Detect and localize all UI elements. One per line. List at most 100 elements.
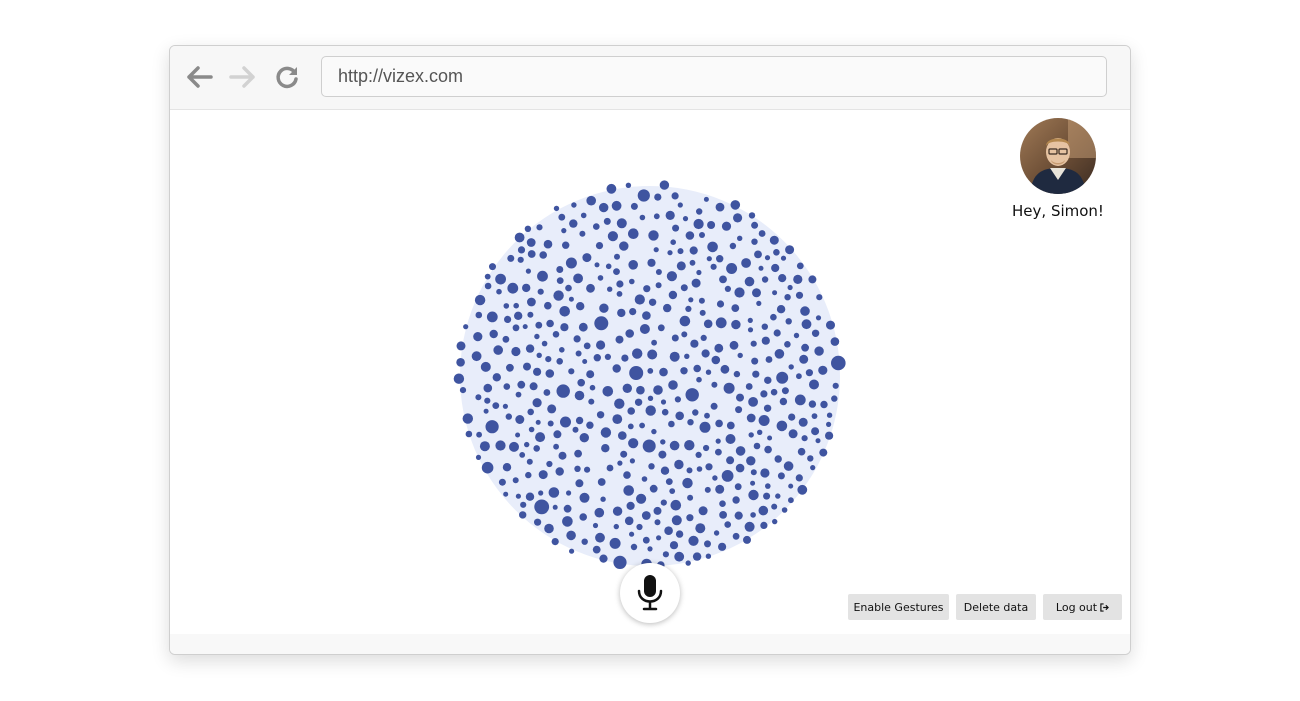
- graph-node[interactable]: [743, 535, 751, 544]
- graph-node[interactable]: [760, 521, 768, 529]
- enable-gestures-button[interactable]: Enable Gestures: [848, 594, 949, 620]
- graph-node[interactable]: [796, 262, 804, 270]
- graph-node[interactable]: [688, 535, 699, 546]
- graph-node[interactable]: [553, 290, 564, 301]
- graph-node[interactable]: [480, 361, 491, 372]
- graph-node[interactable]: [660, 399, 667, 405]
- graph-node[interactable]: [734, 483, 742, 491]
- graph-node[interactable]: [819, 448, 828, 457]
- graph-node[interactable]: [612, 364, 621, 373]
- graph-node[interactable]: [726, 456, 735, 465]
- graph-node[interactable]: [811, 427, 820, 436]
- graph-node[interactable]: [783, 461, 794, 471]
- graph-node[interactable]: [519, 511, 527, 519]
- graph-node[interactable]: [776, 420, 788, 432]
- graph-node[interactable]: [503, 491, 509, 497]
- graph-node[interactable]: [788, 364, 794, 370]
- graph-node[interactable]: [620, 450, 628, 458]
- graph-node[interactable]: [667, 250, 673, 256]
- graph-node[interactable]: [726, 263, 738, 274]
- graph-node[interactable]: [668, 380, 678, 390]
- graph-node[interactable]: [800, 306, 810, 316]
- graph-node[interactable]: [685, 305, 692, 312]
- graph-node[interactable]: [525, 268, 531, 274]
- graph-node[interactable]: [475, 454, 482, 460]
- graph-node[interactable]: [685, 388, 699, 402]
- graph-node[interactable]: [714, 343, 724, 353]
- graph-node[interactable]: [654, 193, 662, 201]
- graph-node[interactable]: [729, 340, 739, 350]
- graph-node[interactable]: [524, 441, 530, 448]
- graph-node[interactable]: [773, 329, 781, 337]
- graph-node[interactable]: [562, 516, 573, 527]
- graph-node[interactable]: [544, 301, 552, 310]
- graph-node[interactable]: [653, 506, 662, 515]
- graph-node[interactable]: [639, 324, 650, 334]
- graph-node[interactable]: [736, 393, 744, 402]
- graph-node[interactable]: [760, 390, 768, 398]
- graph-node[interactable]: [629, 366, 644, 380]
- graph-node[interactable]: [622, 383, 632, 393]
- graph-node[interactable]: [546, 460, 553, 468]
- graph-node[interactable]: [474, 294, 486, 306]
- graph-node[interactable]: [719, 511, 727, 519]
- graph-node[interactable]: [809, 379, 819, 390]
- graph-node[interactable]: [674, 396, 681, 403]
- graph-node[interactable]: [826, 320, 835, 330]
- graph-node[interactable]: [486, 311, 498, 323]
- graph-node[interactable]: [565, 284, 572, 292]
- graph-node[interactable]: [537, 288, 544, 295]
- graph-node[interactable]: [647, 368, 654, 374]
- graph-node[interactable]: [595, 532, 605, 543]
- graph-node[interactable]: [575, 479, 584, 488]
- graph-node[interactable]: [751, 357, 759, 365]
- graph-node[interactable]: [578, 322, 588, 332]
- logout-button[interactable]: Log out: [1043, 594, 1122, 620]
- graph-node[interactable]: [831, 355, 846, 371]
- graph-node[interactable]: [686, 467, 693, 474]
- graph-node[interactable]: [456, 341, 466, 351]
- user-avatar[interactable]: [1020, 118, 1096, 194]
- graph-node[interactable]: [798, 417, 808, 427]
- graph-node[interactable]: [612, 506, 623, 516]
- graph-node[interactable]: [560, 323, 569, 332]
- graph-node[interactable]: [548, 487, 560, 498]
- graph-node[interactable]: [750, 340, 757, 347]
- graph-node[interactable]: [675, 530, 684, 538]
- graph-node[interactable]: [685, 231, 695, 240]
- graph-node[interactable]: [763, 404, 772, 412]
- graph-node[interactable]: [752, 370, 760, 378]
- graph-node[interactable]: [627, 407, 635, 415]
- graph-node[interactable]: [751, 221, 759, 229]
- graph-node[interactable]: [670, 499, 682, 511]
- graph-node[interactable]: [547, 420, 554, 427]
- graph-node[interactable]: [579, 513, 587, 521]
- graph-node[interactable]: [784, 294, 791, 301]
- graph-node[interactable]: [579, 433, 589, 443]
- graph-node[interactable]: [551, 538, 559, 546]
- graph-node[interactable]: [666, 271, 677, 282]
- graph-node[interactable]: [689, 246, 698, 255]
- graph-node[interactable]: [772, 518, 778, 525]
- graph-node[interactable]: [502, 403, 508, 409]
- graph-node[interactable]: [503, 303, 510, 309]
- graph-node[interactable]: [568, 296, 574, 302]
- graph-node[interactable]: [543, 239, 553, 249]
- graph-node[interactable]: [653, 213, 660, 220]
- graph-node[interactable]: [756, 300, 762, 306]
- graph-node[interactable]: [527, 311, 534, 318]
- graph-node[interactable]: [830, 337, 840, 346]
- graph-node[interactable]: [771, 503, 778, 510]
- graph-node[interactable]: [808, 400, 817, 408]
- graph-node[interactable]: [582, 359, 588, 364]
- graph-node[interactable]: [556, 266, 564, 273]
- graph-node[interactable]: [556, 277, 564, 284]
- graph-node[interactable]: [616, 280, 624, 288]
- graph-node[interactable]: [669, 541, 679, 550]
- graph-node[interactable]: [643, 285, 651, 293]
- graph-node[interactable]: [562, 241, 570, 249]
- graph-node[interactable]: [574, 465, 581, 472]
- graph-node[interactable]: [721, 221, 732, 231]
- graph-node[interactable]: [799, 354, 809, 364]
- graph-node[interactable]: [647, 546, 653, 552]
